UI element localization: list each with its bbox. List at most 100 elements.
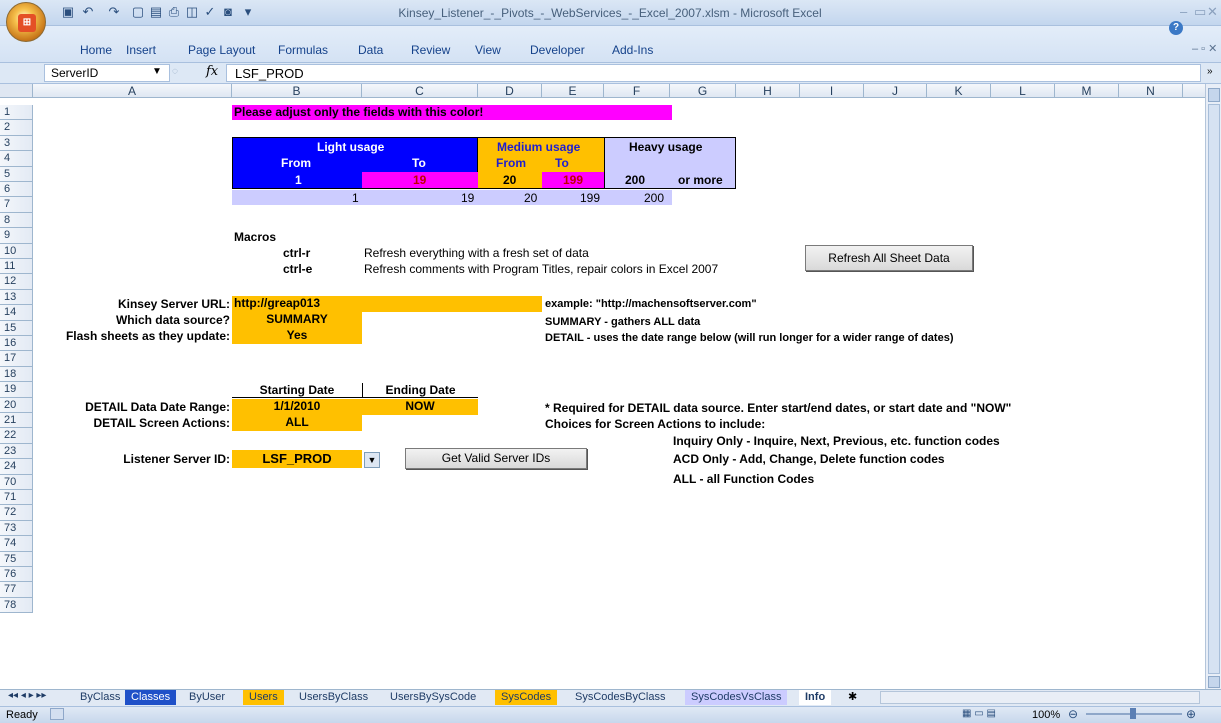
column-header[interactable]: A — [33, 84, 232, 98]
light-to-value[interactable]: 19 — [413, 173, 426, 187]
row-header[interactable]: 17 — [0, 351, 33, 367]
row-header[interactable]: 2 — [0, 120, 33, 136]
sheet-tab-byclass[interactable]: ByClass — [74, 690, 126, 705]
scroll-up-icon[interactable] — [1208, 88, 1220, 102]
view-buttons-icon[interactable]: ▦ ▭ ▤ — [962, 708, 1026, 721]
row-header[interactable]: 11 — [0, 259, 33, 275]
zoom-out-icon[interactable]: ⊖ — [1068, 707, 1078, 721]
tab-add-ins[interactable]: Add-Ins — [612, 43, 653, 57]
row-header[interactable]: 7 — [0, 197, 33, 213]
column-header[interactable]: G — [670, 84, 736, 98]
sheet-tab-classes[interactable]: Classes — [125, 690, 177, 705]
row-header[interactable]: 76 — [0, 567, 33, 583]
column-header[interactable]: N — [1119, 84, 1183, 98]
tab-developer[interactable]: Developer — [530, 43, 585, 57]
sheet-tab-syscodesbyclass[interactable]: SysCodesByClass — [569, 690, 671, 705]
row-header[interactable]: 12 — [0, 274, 33, 290]
column-header[interactable]: B — [232, 84, 362, 98]
function-icon[interactable]: fx — [206, 64, 218, 79]
server-url-input[interactable]: http://greap013 — [232, 296, 542, 312]
tab-page-layout[interactable]: Page Layout — [188, 43, 255, 57]
sheet-tab-usersbysyscode[interactable]: UsersBySysCode — [384, 690, 482, 705]
notice-banner[interactable]: Please adjust only the fields with this … — [232, 105, 672, 120]
row-header[interactable]: 18 — [0, 366, 33, 383]
summary-cell[interactable]: 199 — [580, 191, 600, 205]
summary-cell[interactable]: 1 — [352, 191, 359, 205]
dropdown-arrow-icon[interactable]: ▼ — [364, 452, 380, 468]
row-header[interactable]: 75 — [0, 551, 33, 567]
macro-record-icon[interactable] — [50, 708, 64, 720]
print-preview-icon[interactable]: ◫ — [184, 4, 200, 20]
save-icon[interactable]: ▣ — [60, 4, 76, 20]
row-header[interactable]: 5 — [0, 166, 33, 182]
ribbon-minimize-icon[interactable]: – ▫ ✕ — [1192, 42, 1217, 55]
formula-input[interactable]: LSF_PROD — [226, 64, 1201, 82]
zoom-slider-thumb[interactable] — [1130, 708, 1136, 719]
open-icon[interactable]: ▤ — [148, 4, 164, 20]
row-header[interactable]: 70 — [0, 474, 33, 490]
row-header[interactable]: 3 — [0, 135, 33, 152]
flash-input[interactable]: Yes — [232, 328, 362, 344]
row-header[interactable]: 4 — [0, 151, 33, 167]
row-header[interactable]: 1 — [0, 105, 33, 121]
refresh-all-button[interactable]: Refresh All Sheet Data — [805, 245, 973, 271]
row-header[interactable]: 14 — [0, 305, 33, 321]
horizontal-scrollbar[interactable] — [880, 691, 1200, 704]
camera-icon[interactable]: ◙ — [220, 4, 236, 20]
sheet-tab-byuser[interactable]: ByUser — [183, 690, 231, 705]
row-header[interactable]: 20 — [0, 397, 33, 413]
column-header[interactable]: E — [542, 84, 604, 98]
row-header[interactable]: 74 — [0, 536, 33, 552]
summary-cell[interactable]: 19 — [461, 191, 474, 205]
new-icon[interactable]: ▢ — [130, 4, 146, 20]
column-header[interactable]: H — [736, 84, 800, 98]
tab-view[interactable]: View — [475, 43, 501, 57]
zoom-level[interactable]: 100% — [1032, 709, 1060, 721]
get-valid-ids-button[interactable]: Get Valid Server IDs — [405, 448, 587, 469]
qat-customize-icon[interactable]: ▾ — [240, 4, 256, 20]
row-header[interactable]: 24 — [0, 459, 33, 475]
tab-data[interactable]: Data — [358, 43, 383, 57]
sheet-tab-info[interactable]: Info — [799, 690, 832, 705]
row-header[interactable]: 9 — [0, 228, 33, 244]
tab-review[interactable]: Review — [411, 43, 450, 57]
help-icon[interactable]: ? — [1169, 21, 1183, 35]
print-icon[interactable]: ⎙ — [166, 4, 182, 20]
column-header[interactable]: J — [864, 84, 927, 98]
summary-cell[interactable]: 20 — [524, 191, 537, 205]
sheet-tab-syscodes[interactable]: SysCodes — [495, 690, 558, 705]
column-header[interactable]: D — [478, 84, 542, 98]
screen-actions-input[interactable]: ALL — [232, 415, 362, 431]
expand-formula-icon[interactable]: » — [1207, 66, 1213, 77]
row-header[interactable]: 73 — [0, 520, 33, 537]
spelling-icon[interactable]: ✓ — [202, 4, 218, 20]
row-header[interactable]: 8 — [0, 212, 33, 229]
column-header[interactable]: L — [991, 84, 1055, 98]
column-header[interactable]: M — [1055, 84, 1119, 98]
listener-input[interactable]: LSF_PROD — [232, 450, 362, 468]
row-header[interactable]: 22 — [0, 428, 33, 444]
scroll-thumb[interactable] — [1208, 104, 1220, 674]
row-header[interactable]: 72 — [0, 505, 33, 521]
tab-insert[interactable]: Insert — [126, 43, 156, 57]
close-button[interactable]: ✕ — [1207, 4, 1218, 20]
minimize-button[interactable]: – — [1180, 4, 1187, 19]
data-source-input[interactable]: SUMMARY — [232, 312, 362, 328]
row-header[interactable]: 77 — [0, 582, 33, 598]
zoom-in-icon[interactable]: ⊕ — [1186, 707, 1196, 721]
undo-icon[interactable]: ↶ — [80, 4, 96, 20]
maximize-button[interactable]: ▭ — [1194, 4, 1206, 20]
sheet-tab-syscodesvsclass[interactable]: SysCodesVsClass — [685, 690, 788, 705]
row-header[interactable]: 23 — [0, 443, 33, 460]
start-date-input[interactable]: 1/1/2010 — [232, 399, 362, 415]
column-header[interactable]: C — [362, 84, 478, 98]
tab-formulas[interactable]: Formulas — [278, 43, 328, 57]
column-header[interactable]: F — [604, 84, 670, 98]
sheet-nav-icon[interactable]: ◂◂ ◂ ▸ ▸▸ — [8, 690, 46, 701]
column-header[interactable]: K — [927, 84, 991, 98]
insert-sheet-icon[interactable]: ✱ — [848, 690, 857, 703]
sheet-tab-users[interactable]: Users — [243, 690, 284, 705]
row-header[interactable]: 13 — [0, 289, 33, 306]
chevron-down-icon[interactable]: ▼ — [152, 66, 162, 77]
summary-cell[interactable]: 200 — [644, 191, 664, 205]
